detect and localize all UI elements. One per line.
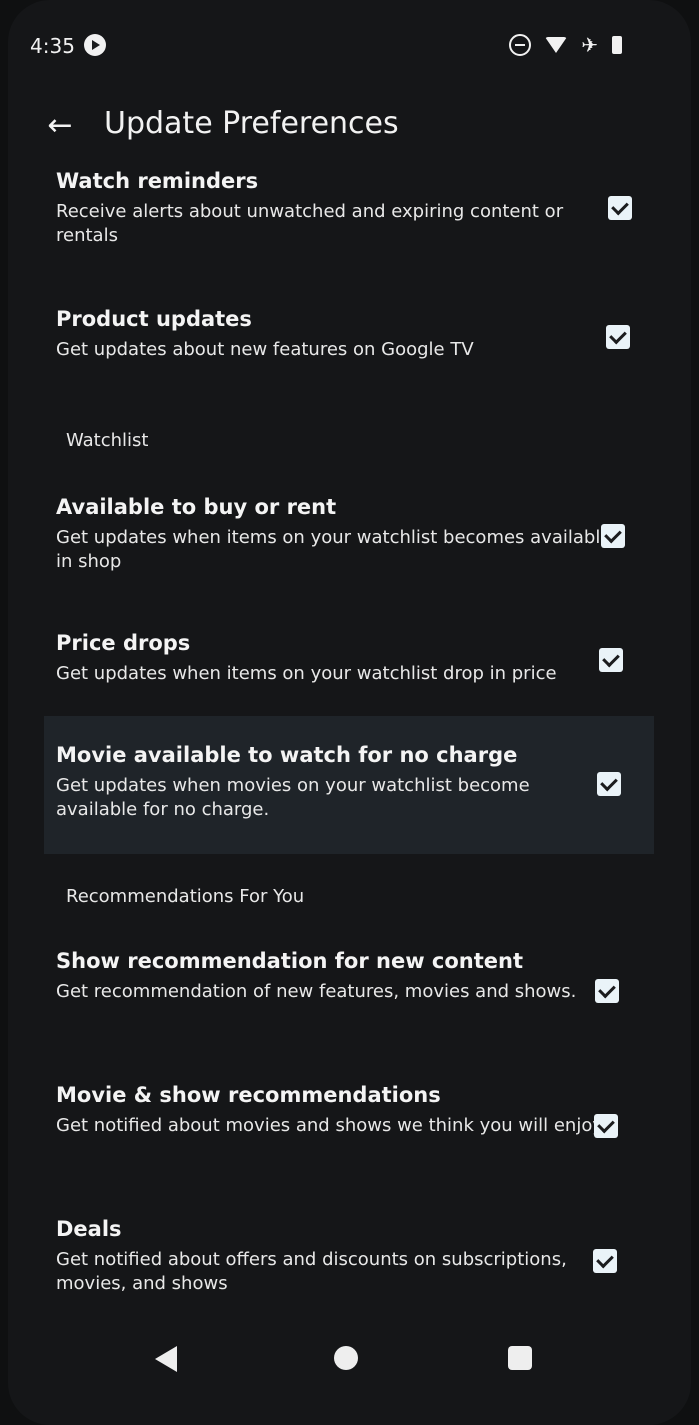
page-title: Update Preferences [104,106,399,141]
price-drops-checkbox[interactable] [599,648,623,672]
preference-product-updates[interactable]: Product updates Get updates about new fe… [56,306,616,362]
media-playing-icon [84,34,106,56]
section-header-watchlist: Watchlist [66,430,149,451]
status-time: 4:35 [30,34,75,58]
preference-subtitle: Get updates when movies on your watchlis… [56,775,530,820]
preference-deals[interactable]: Deals Get notified about offers and disc… [56,1216,616,1296]
back-arrow-icon[interactable]: ← [42,108,78,144]
airplane-mode-icon: ✈ [581,33,598,57]
do-not-disturb-icon [509,34,532,56]
status-bar: 4:35 ✈ [30,28,630,68]
nav-recents-icon[interactable] [508,1346,532,1370]
app-bar: ← Update Preferences [0,98,699,158]
preference-subtitle: Receive alerts about unwatched and expir… [56,201,564,246]
preference-title: Movie available to watch for no charge [56,743,518,767]
preference-movie-show-recommendations[interactable]: Movie & show recommendations Get notifie… [56,1082,616,1138]
preference-show-recommendation-new-content[interactable]: Show recommendation for new content Get … [56,948,616,1004]
deals-checkbox[interactable] [593,1249,617,1273]
nav-home-icon[interactable] [334,1346,358,1370]
preference-subtitle: Get notified about offers and discounts … [56,1249,567,1294]
preference-subtitle: Get recommendation of new features, movi… [56,981,577,1002]
product-updates-checkbox[interactable] [606,325,630,349]
preference-title: Watch reminders [56,169,259,193]
preference-title: Price drops [56,631,191,655]
wifi-icon [545,37,568,53]
preference-title: Movie & show recommendations [56,1083,441,1107]
preference-subtitle: Get notified about movies and shows we t… [56,1115,604,1136]
preference-watch-reminders[interactable]: Watch reminders Receive alerts about unw… [56,168,616,248]
nav-back-icon[interactable] [155,1346,177,1372]
watch-reminders-checkbox[interactable] [608,196,632,220]
preference-price-drops[interactable]: Price drops Get updates when items on yo… [56,630,616,686]
preference-title: Show recommendation for new content [56,949,524,973]
status-icons: ✈ [509,34,622,56]
preference-title: Product updates [56,307,252,331]
preference-subtitle: Get updates when items on your watchlist… [56,663,557,684]
show-recommendation-new-content-checkbox[interactable] [595,979,619,1003]
preference-subtitle: Get updates when items on your watchlist… [56,527,612,572]
movie-available-no-charge-checkbox[interactable] [597,772,621,796]
battery-icon [612,36,622,54]
section-header-recommendations: Recommendations For You [66,886,305,907]
preference-title: Available to buy or rent [56,495,337,519]
available-to-buy-or-rent-checkbox[interactable] [601,524,625,548]
system-navigation-bar [0,1326,699,1396]
preference-available-to-buy-or-rent[interactable]: Available to buy or rent Get updates whe… [56,494,616,574]
preference-movie-available-no-charge[interactable]: Movie available to watch for no charge G… [56,742,616,822]
preference-title: Deals [56,1217,122,1241]
preference-subtitle: Get updates about new features on Google… [56,339,474,360]
movie-show-recommendations-checkbox[interactable] [594,1114,618,1138]
